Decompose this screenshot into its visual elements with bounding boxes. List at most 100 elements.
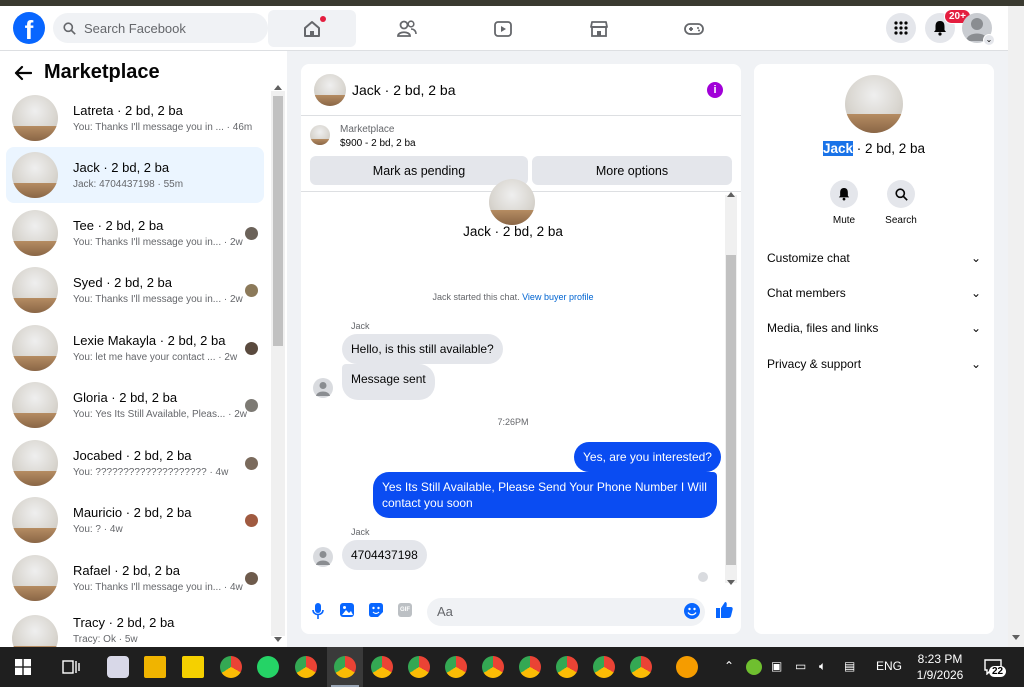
system-clock[interactable]: 8:23 PM 1/9/2026 [910,651,970,683]
chrome-icon[interactable] [519,656,541,678]
conversation-item[interactable]: Tracy · 2 bd, 2 ba Tracy: Ok · 5w [6,607,264,647]
mark-as-pending-button[interactable]: Mark as pending [310,156,528,185]
paint-app-icon[interactable] [107,656,129,678]
bell-icon [934,21,946,36]
network-icon[interactable]: ▭ [795,659,806,673]
conversation-preview: You: Thanks I'll message you in... · 2w [73,237,243,248]
conversation-item[interactable]: Gloria · 2 bd, 2 ba You: Yes Its Still Av… [6,377,264,433]
microphone-icon[interactable] [312,603,324,619]
chrome-icon[interactable] [334,656,356,678]
clock-time: 8:23 PM [917,652,963,666]
conversation-preview: Jack: 4704437198 · 55m [73,179,184,190]
message-input[interactable]: Aa [427,598,705,626]
view-buyer-profile-link[interactable]: View buyer profile [522,292,593,302]
privacy-support-row[interactable]: Privacy & support ⌄ [767,357,981,371]
conversation-name: Rafael · 2 bd, 2 ba [73,563,180,578]
chrome-icon[interactable] [630,656,652,678]
scrollbar-thumb[interactable] [726,255,736,565]
whatsapp-icon[interactable] [257,656,279,678]
file-explorer-icon[interactable] [144,656,166,678]
scroll-down-arrow[interactable] [727,580,735,585]
menu-button[interactable] [886,13,916,43]
sidebar-scrollbar[interactable] [271,85,285,642]
chevron-down-icon: ⌄ [970,321,981,335]
photo-icon[interactable] [340,603,354,617]
task-view-icon[interactable] [62,659,80,675]
conversation-preview: You: Thanks I'll message you in... · 2w [73,294,243,305]
conversation-item-selected[interactable]: Jack · 2 bd, 2 ba Jack: 4704437198 · 55m [6,147,264,203]
nav-home[interactable] [268,10,356,47]
customize-chat-row[interactable]: Customize chat ⌄ [767,251,981,265]
chat-title[interactable]: Jack · 2 bd, 2 ba [352,82,456,98]
search-placeholder: Search Facebook [84,20,186,36]
conversation-name: Gloria · 2 bd, 2 ba [73,390,178,405]
chrome-icon[interactable] [371,656,393,678]
message-bubble-incoming[interactable]: Hello, is this still available? [342,334,503,364]
sender-name: Jack [351,527,370,537]
conversation-item[interactable]: Mauricio · 2 bd, 2 ba You: ? · 4w [6,492,264,548]
chat-members-row[interactable]: Chat members ⌄ [767,286,981,300]
sender-avatar [313,378,333,398]
more-options-button[interactable]: More options [532,156,732,185]
nav-gaming[interactable] [650,10,738,47]
scroll-down-arrow[interactable] [274,637,282,642]
chrome-icon[interactable] [408,656,430,678]
mute-action[interactable]: Mute [814,180,874,226]
conversation-item[interactable]: Lexie Makayla · 2 bd, 2 ba You: let me ha… [6,320,264,376]
volume-icon[interactable]: 🔈︎ [819,659,826,674]
mute-button[interactable] [830,180,858,208]
chrome-icon[interactable] [445,656,467,678]
sticker-icon[interactable] [369,603,383,617]
scroll-down-arrow[interactable] [1012,635,1020,640]
tray-app-icon[interactable] [746,659,762,675]
bell-icon [838,188,850,201]
message-bubble-incoming[interactable]: 4704437198 [342,540,427,570]
chevron-down-icon[interactable]: ⌄ [983,34,995,46]
chrome-icon[interactable] [593,656,615,678]
language-indicator[interactable]: ENG [876,659,902,673]
listing-thumbnail [12,267,58,313]
page-scrollbar[interactable] [1008,6,1024,647]
conversation-item[interactable]: Tee · 2 bd, 2 ba You: Thanks I'll message… [6,205,264,261]
scroll-up-arrow[interactable] [727,192,735,197]
conversation-name: Mauricio · 2 bd, 2 ba [73,505,192,520]
search-input[interactable]: Search Facebook [53,13,268,43]
scrollbar-thumb[interactable] [273,96,283,346]
chat-avatar[interactable] [314,73,346,106]
chat-scrollbar[interactable] [725,192,737,585]
nav-watch[interactable] [459,10,547,47]
nav-marketplace[interactable] [555,10,643,47]
chrome-profile-icon[interactable] [220,656,242,678]
seen-avatar [245,342,258,355]
message-bubble-outgoing[interactable]: Yes Its Still Available, Please Send You… [373,472,717,518]
conversation-item[interactable]: Syed · 2 bd, 2 ba You: Thanks I'll messag… [6,262,264,318]
conversation-item[interactable]: Jocabed · 2 bd, 2 ba You: ???????????????… [6,435,264,491]
chrome-icon[interactable] [295,656,317,678]
back-arrow-icon[interactable] [14,65,32,81]
scroll-up-arrow[interactable] [274,85,282,90]
sticky-notes-icon[interactable] [182,656,204,678]
camera-icon[interactable]: ▣ [771,659,782,673]
info-icon[interactable]: i [707,82,723,98]
message-bubble-outgoing[interactable]: Yes, are you interested? [574,442,721,472]
details-name-highlighted[interactable]: Jack [822,141,853,156]
search-action[interactable]: Search [871,180,931,226]
chrome-icon[interactable] [482,656,504,678]
listing-thumbnail[interactable] [310,125,330,145]
nav-friends[interactable] [363,10,451,47]
keyboard-icon[interactable]: ▤ [844,659,855,673]
orange-app-icon[interactable] [676,656,698,678]
facebook-logo[interactable]: f [13,12,45,44]
like-thumbs-up-icon[interactable] [716,601,733,618]
emoji-icon[interactable] [684,603,700,619]
conversation-item[interactable]: Latreta · 2 bd, 2 ba You: Thanks I'll mes… [6,90,264,146]
windows-start-icon[interactable] [15,659,31,675]
message-bubble-incoming[interactable]: Message sent [342,364,435,400]
gif-icon[interactable]: GIF [398,603,412,617]
chrome-icon[interactable] [556,656,578,678]
chevron-up-icon[interactable]: ⌃ [724,659,734,673]
media-files-links-row[interactable]: Media, files and links ⌄ [767,321,981,335]
search-in-chat-button[interactable] [887,180,915,208]
conversation-item[interactable]: Rafael · 2 bd, 2 ba You: Thanks I'll mess… [6,550,264,606]
marketplace-label: Marketplace [340,124,395,135]
